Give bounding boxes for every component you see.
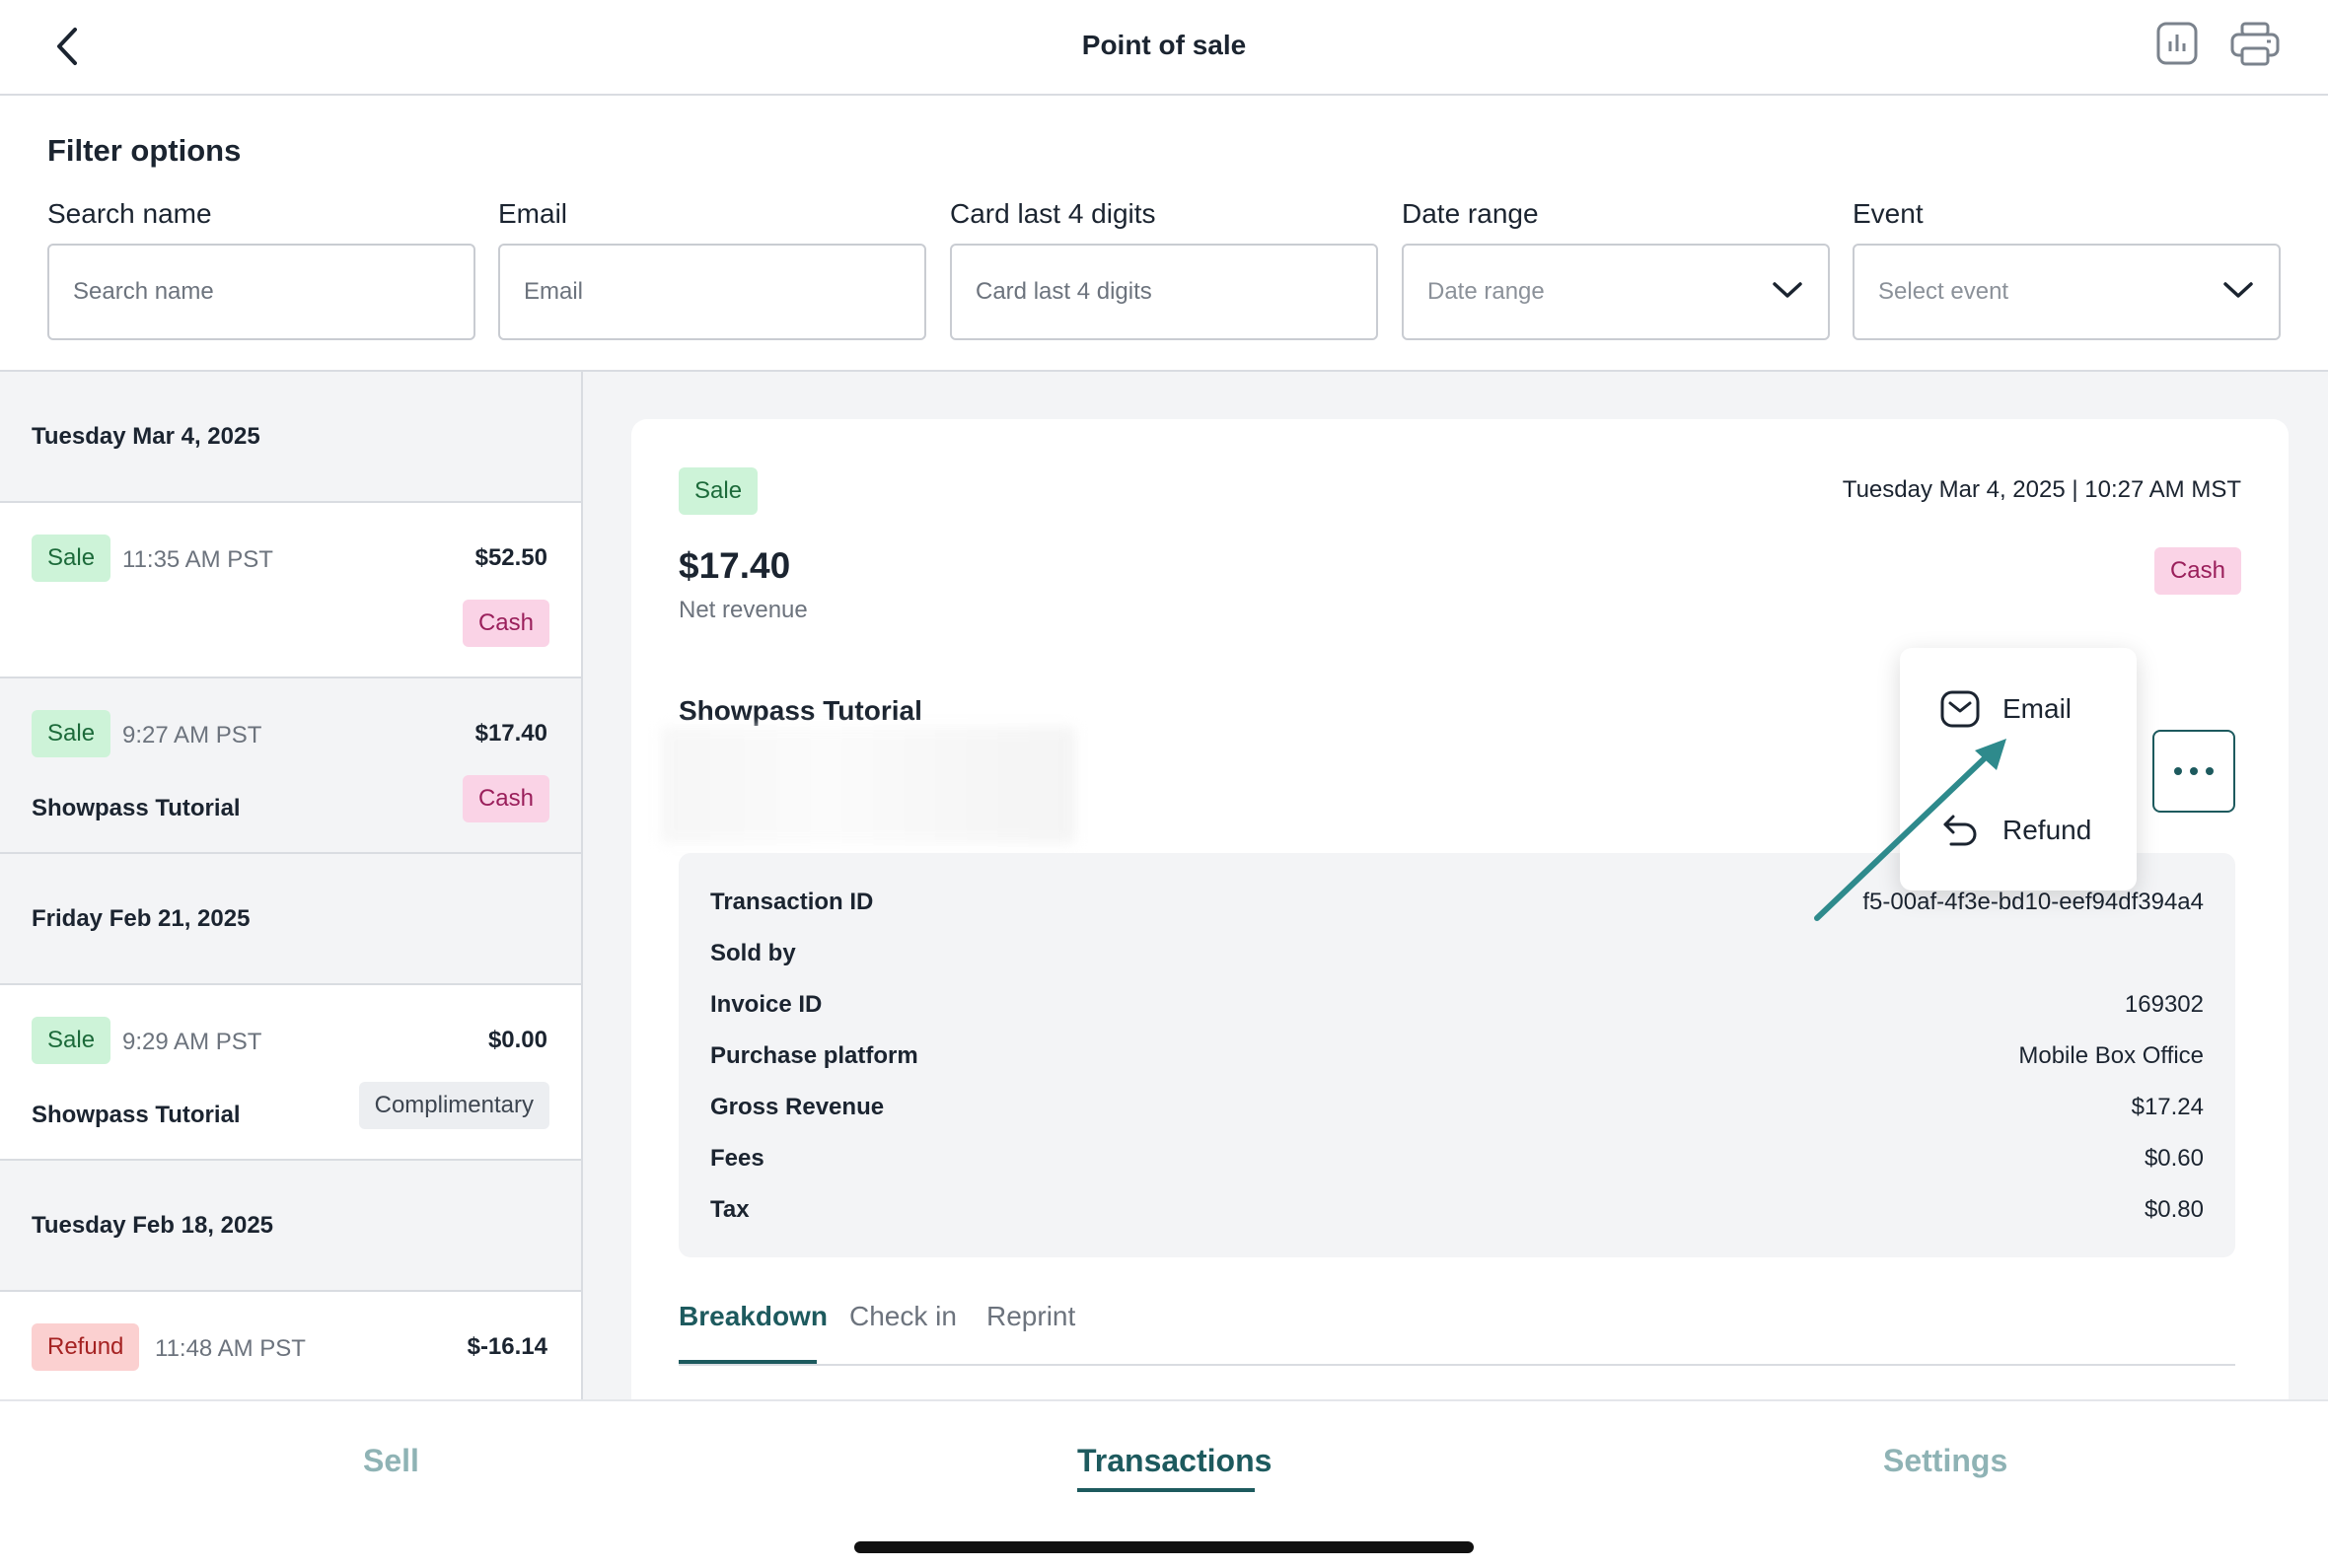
info-key: Invoice ID (710, 991, 823, 1018)
day-header: Tuesday Mar 4, 2025 (0, 372, 581, 503)
info-row: Gross Revenue $17.24 (710, 1094, 2204, 1133)
info-value: 169302 (2124, 991, 2204, 1018)
transaction-time: 9:27 AM PST (122, 722, 262, 748)
nav-transactions[interactable]: Transactions (1077, 1443, 1272, 1479)
chevron-down-icon (2223, 282, 2253, 298)
redacted-area (661, 727, 1075, 843)
transaction-amount: $17.40 (474, 720, 547, 747)
info-value: Mobile Box Office (2018, 1042, 2204, 1069)
transaction-detail-card: Sale Tuesday Mar 4, 2025 | 10:27 AM MST … (631, 419, 2289, 1415)
printer-icon (2230, 22, 2280, 66)
info-key: Sold by (710, 940, 796, 966)
transaction-amount: $-16.14 (467, 1333, 547, 1360)
date-range-select[interactable]: Date range (1402, 244, 1830, 340)
sale-badge: Sale (32, 535, 111, 582)
transaction-time: 11:35 AM PST (122, 546, 273, 573)
dot (2206, 767, 2214, 775)
active-nav-indicator (1077, 1488, 1255, 1492)
info-row: Sold by (710, 940, 2204, 979)
reports-button[interactable] (2156, 22, 2208, 71)
info-row: Fees $0.60 (710, 1145, 2204, 1184)
filter-panel: Filter options Search name Search name E… (0, 96, 2328, 372)
nav-sell[interactable]: Sell (363, 1443, 419, 1479)
transaction-amount: $52.50 (474, 544, 547, 571)
search-name-label: Search name (47, 198, 212, 229)
search-name-filter: Search name Search name (47, 198, 475, 340)
date-range-placeholder: Date range (1427, 278, 1545, 305)
transaction-item[interactable]: Sale 9:29 AM PST $0.00 Showpass Tutorial… (0, 985, 581, 1161)
sale-badge: Sale (32, 1017, 111, 1064)
transaction-item[interactable]: Refund 11:48 AM PST $-16.14 (0, 1292, 581, 1399)
menu-item-email-label: Email (2002, 693, 2073, 724)
filters-title: Filter options (47, 133, 242, 168)
info-key: Tax (710, 1196, 750, 1223)
sale-badge: Sale (679, 467, 759, 515)
print-button[interactable] (2229, 22, 2283, 71)
email-label: Email (498, 198, 568, 229)
card-filter: Card last 4 digits Card last 4 digits (950, 198, 1378, 340)
info-row: Purchase platform Mobile Box Office (710, 1042, 2204, 1082)
pointer-arrow-icon (1814, 739, 2006, 921)
event-label: Event (1853, 198, 1924, 229)
detail-tabs: Breakdown Check in Reprint (679, 1287, 2235, 1366)
bottom-navigation: Sell Transactions Settings (0, 1399, 2328, 1568)
info-key: Gross Revenue (710, 1094, 885, 1120)
transaction-item-selected[interactable]: Sale 9:27 AM PST $17.40 Showpass Tutoria… (0, 678, 581, 854)
refund-badge: Refund (32, 1323, 140, 1371)
transaction-list[interactable]: Tuesday Mar 4, 2025 Sale 11:35 AM PST $5… (0, 372, 583, 1399)
more-options-button[interactable] (2152, 730, 2235, 813)
card-label: Card last 4 digits (950, 198, 1156, 229)
day-header: Tuesday Feb 18, 2025 (0, 1161, 581, 1292)
transaction-amount: $0.00 (487, 1027, 547, 1053)
tab-check-in[interactable]: Check in (849, 1301, 957, 1332)
home-indicator (854, 1541, 1474, 1553)
complimentary-badge: Complimentary (358, 1082, 549, 1129)
date-range-label: Date range (1402, 198, 1539, 229)
active-tab-indicator (679, 1360, 817, 1364)
transaction-event-name: Showpass Tutorial (32, 1102, 241, 1128)
info-key: Purchase platform (710, 1042, 918, 1069)
dot (2174, 767, 2182, 775)
tab-breakdown[interactable]: Breakdown (679, 1301, 828, 1332)
event-select[interactable]: Select event (1853, 244, 2281, 340)
card-last4-input[interactable]: Card last 4 digits (950, 244, 1378, 340)
dot (2190, 767, 2198, 775)
cash-badge: Cash (2153, 547, 2241, 595)
info-value: $0.80 (2144, 1196, 2204, 1223)
sale-badge: Sale (32, 710, 111, 757)
info-value: $0.60 (2144, 1145, 2204, 1172)
info-key: Fees (710, 1145, 764, 1172)
nav-settings[interactable]: Settings (1883, 1443, 2007, 1479)
transaction-datetime: Tuesday Mar 4, 2025 | 10:27 AM MST (1842, 476, 2241, 503)
net-revenue-amount: $17.40 (679, 545, 791, 586)
transaction-time: 9:29 AM PST (122, 1029, 262, 1055)
email-filter: Email Email (498, 198, 926, 340)
transaction-event-name: Showpass Tutorial (32, 795, 241, 821)
event-placeholder: Select event (1878, 278, 2009, 305)
top-bar: Point of sale (0, 0, 2328, 96)
net-revenue-label: Net revenue (679, 597, 808, 623)
page-title: Point of sale (1081, 30, 1247, 60)
info-key: Transaction ID (710, 889, 874, 915)
event-name: Showpass Tutorial (679, 695, 922, 726)
envelope-icon (1940, 690, 1980, 728)
info-row: Invoice ID 169302 (710, 991, 2204, 1031)
search-name-input[interactable]: Search name (47, 244, 475, 340)
menu-item-email[interactable]: Email (1939, 684, 2072, 734)
tab-reprint[interactable]: Reprint (986, 1301, 1075, 1332)
cash-badge: Cash (462, 775, 549, 822)
email-input[interactable]: Email (498, 244, 926, 340)
transaction-item[interactable]: Sale 11:35 AM PST $52.50 Cash (0, 503, 581, 678)
info-row: Tax $0.80 (710, 1196, 2204, 1236)
chevron-down-icon (1773, 282, 1802, 298)
info-value: $17.24 (2131, 1094, 2204, 1120)
day-header: Friday Feb 21, 2025 (0, 854, 581, 985)
transaction-time: 11:48 AM PST (155, 1335, 306, 1362)
date-range-filter: Date range Date range (1402, 198, 1830, 340)
cash-badge: Cash (462, 600, 549, 647)
event-filter: Event Select event (1853, 198, 2281, 340)
bar-chart-icon (2156, 22, 2198, 65)
